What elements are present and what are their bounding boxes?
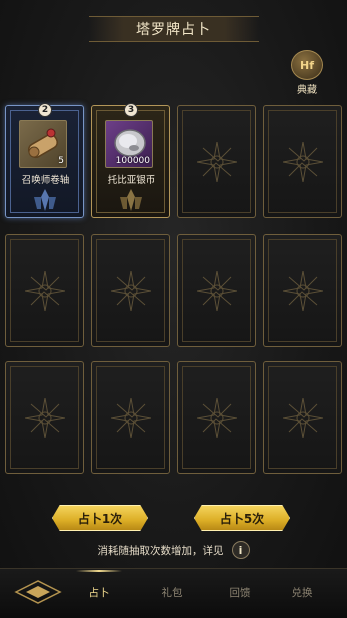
tarot-card-face-down[interactable] [177,234,256,347]
tarot-card-face-down[interactable] [177,105,256,218]
compass-star-icon [197,271,237,311]
compass-star-icon [283,271,323,311]
tarot-card-revealed[interactable]: 2 5 召唤师卷轴 [5,103,84,218]
tarot-card-face-down[interactable] [91,361,170,474]
tarot-card-face-down[interactable] [263,105,342,218]
draw-actions: 占卜1次 占卜5次 [0,505,347,533]
tab-exchange[interactable]: 兑换 [277,583,327,601]
compass-star-icon [111,271,151,311]
page-title: 塔罗牌占卜 [136,22,211,38]
item-slot: 5 [19,120,67,168]
tarot-card-face-down[interactable] [263,234,342,347]
compass-star-icon [197,142,237,182]
card-emblem-icon [120,189,142,211]
tarot-card-grid: 2 5 召唤师卷轴 3 100000 托比亚银币 [5,103,343,480]
compass-star-icon [283,142,323,182]
tarot-card-face-down[interactable] [263,361,342,474]
tab-rewards[interactable]: 回馈 [215,583,265,601]
collection-label: 典藏 [297,85,317,96]
tab-gift-pack[interactable]: 礼包 [147,583,197,601]
draw-once-button[interactable]: 占卜1次 [52,505,148,531]
item-quantity: 100000 [115,156,150,166]
tab-divination[interactable]: 占卜 [74,583,124,601]
draw-five-button[interactable]: 占卜5次 [194,505,290,531]
card-count-badge: 2 [38,103,52,117]
info-icon[interactable]: i [231,541,250,559]
cost-note: 消耗随抽取次数增加，详见 i [0,540,347,560]
tarot-collection-icon: Hf [291,50,323,80]
item-slot: 100000 [105,120,153,168]
tarot-card-face-down[interactable] [5,361,84,474]
compass-star-icon [25,271,65,311]
tarot-card-face-down[interactable] [177,361,256,474]
bottom-nav: 占卜 礼包 回馈 兑换 [0,568,347,618]
tarot-card-face-down[interactable] [5,234,84,347]
title-plaque: 塔罗牌占卜 [88,16,259,42]
cost-note-text: 消耗随抽取次数增加，详见 [97,544,224,557]
tarot-card-revealed[interactable]: 3 100000 托比亚银币 [91,103,170,218]
active-tab-indicator [76,570,122,572]
compass-star-icon [111,398,151,438]
item-name: 托比亚银币 [107,175,156,186]
compass-star-icon [25,398,65,438]
card-emblem-icon [34,189,56,211]
card-count-badge: 3 [124,103,138,117]
item-quantity: 5 [58,156,64,166]
item-name: 召唤师卷轴 [21,175,70,186]
collection-icon-glyph: Hf [300,58,314,72]
collection-button[interactable]: Hf 典藏 [287,50,327,96]
compass-star-icon [283,398,323,438]
back-logo-icon[interactable] [14,579,62,605]
tarot-card-face-down[interactable] [91,234,170,347]
compass-star-icon [197,398,237,438]
